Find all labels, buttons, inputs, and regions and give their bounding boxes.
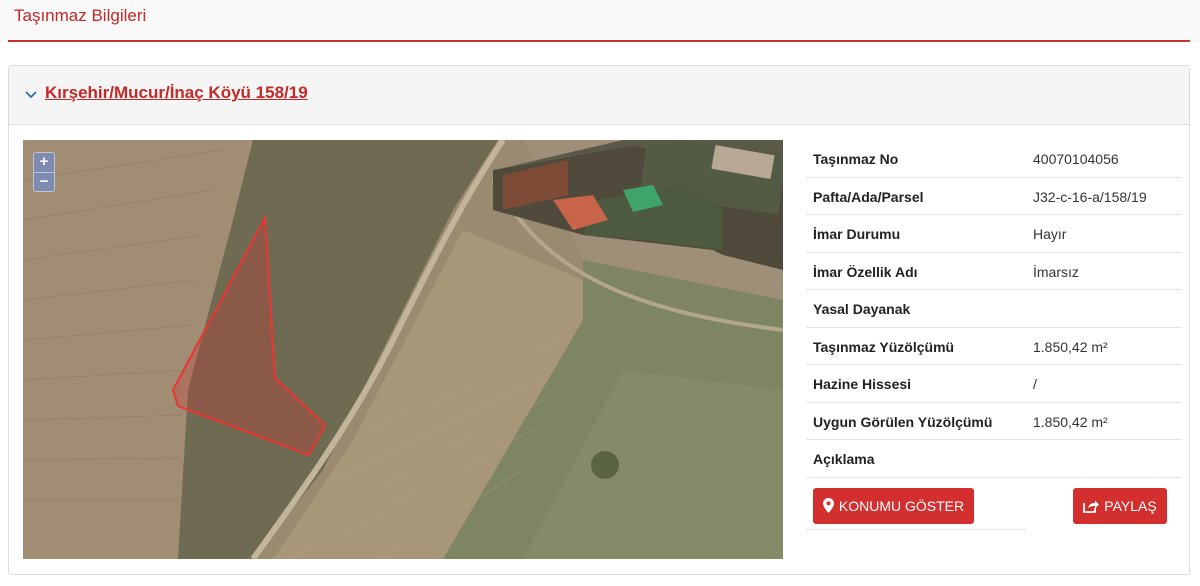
zoom-control: + − bbox=[33, 152, 55, 192]
info-value: İmarsız bbox=[1033, 263, 1079, 280]
info-label: İmar Durumu bbox=[813, 226, 901, 242]
zoom-out-button[interactable]: − bbox=[34, 172, 54, 191]
page-title: Taşınmaz Bilgileri bbox=[14, 6, 147, 25]
zoom-in-button[interactable]: + bbox=[34, 153, 54, 172]
info-row-area: Taşınmaz Yüzölçümü 1.850,42 m² bbox=[806, 328, 1182, 365]
info-label: Taşınmaz No bbox=[813, 151, 899, 167]
chevron-down-icon[interactable] bbox=[25, 88, 37, 100]
share-label: PAYLAŞ bbox=[1104, 497, 1157, 514]
info-label: Hazine Hissesi bbox=[813, 376, 912, 392]
page-header: Taşınmaz Bilgileri bbox=[0, 0, 1200, 42]
parcel-location-link[interactable]: Kırşehir/Mucur/İnaç Köyü 158/19 bbox=[45, 83, 308, 103]
info-value: 40070104056 bbox=[1033, 151, 1119, 167]
info-value: Hayır bbox=[1033, 226, 1067, 242]
info-row-description: Açıklama bbox=[806, 440, 1182, 478]
info-value: 1.850,42 m² bbox=[1033, 338, 1108, 355]
property-info-table: Taşınmaz No 40070104056 Pafta/Ada/Parsel… bbox=[806, 140, 1182, 530]
share-icon bbox=[1083, 500, 1100, 513]
map-marker-icon bbox=[822, 498, 834, 513]
info-row-approved-area: Uygun Görülen Yüzölçümü 1.850,42 m² bbox=[806, 403, 1182, 440]
share-button[interactable]: PAYLAŞ bbox=[1073, 487, 1167, 524]
info-row-legal-basis: Yasal Dayanak bbox=[806, 290, 1182, 328]
satellite-image bbox=[23, 140, 783, 559]
info-label: Yasal Dayanak bbox=[813, 301, 911, 317]
action-row: KONUMU GÖSTER PAYLAŞ bbox=[806, 478, 1182, 530]
info-value: J32-c-16-a/158/19 bbox=[1033, 188, 1147, 205]
divider bbox=[806, 528, 1026, 530]
info-label: Pafta/Ada/Parsel bbox=[813, 188, 924, 205]
info-value: / bbox=[1033, 376, 1037, 392]
parcel-map[interactable]: + − bbox=[23, 140, 783, 559]
info-row-property-no: Taşınmaz No 40070104056 bbox=[806, 140, 1182, 178]
info-label: İmar Özellik Adı bbox=[813, 263, 918, 280]
show-location-label: KONUMU GÖSTER bbox=[838, 497, 965, 514]
info-value: 1.850,42 m² bbox=[1033, 413, 1108, 430]
panel-header[interactable]: Kırşehir/Mucur/İnaç Köyü 158/19 bbox=[9, 66, 1189, 125]
header-divider bbox=[8, 40, 1190, 42]
info-label: Uygun Görülen Yüzölçümü bbox=[813, 413, 993, 430]
info-row-treasury-share: Hazine Hissesi / bbox=[806, 365, 1182, 403]
show-location-button[interactable]: KONUMU GÖSTER bbox=[813, 487, 974, 524]
info-label: Taşınmaz Yüzölçümü bbox=[813, 338, 955, 355]
property-panel: Kırşehir/Mucur/İnaç Köyü 158/19 + − Taşı… bbox=[8, 65, 1190, 575]
info-row-zoning-name: İmar Özellik Adı İmarsız bbox=[806, 253, 1182, 290]
info-row-zoning-status: İmar Durumu Hayır bbox=[806, 215, 1182, 253]
info-row-sheet-block-parcel: Pafta/Ada/Parsel J32-c-16-a/158/19 bbox=[806, 178, 1182, 215]
info-label: Açıklama bbox=[813, 451, 875, 467]
